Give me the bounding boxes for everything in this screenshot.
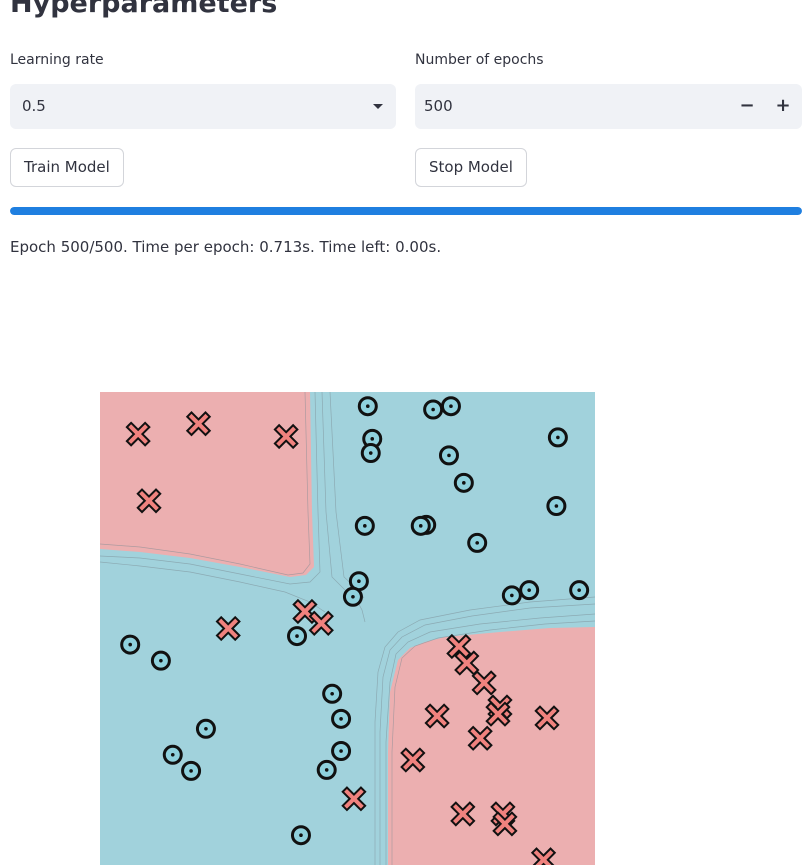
- o-marker: [410, 515, 431, 536]
- x-marker: [492, 811, 518, 837]
- learning-rate-value: 0.5: [22, 97, 46, 115]
- decrement-button[interactable]: −: [733, 92, 761, 120]
- o-marker: [162, 744, 183, 765]
- x-marker: [485, 701, 511, 727]
- o-marker: [331, 708, 352, 729]
- x-marker: [341, 786, 367, 812]
- o-marker: [322, 683, 343, 704]
- o-marker: [195, 718, 216, 739]
- epochs-number-input[interactable]: 500 − +: [415, 84, 802, 129]
- learning-rate-select[interactable]: 0.5: [10, 84, 396, 129]
- o-marker: [150, 650, 171, 671]
- o-marker: [316, 759, 337, 780]
- decision-boundary-chart: [100, 392, 595, 865]
- o-marker: [342, 586, 363, 607]
- o-marker: [290, 825, 311, 846]
- train-model-button[interactable]: Train Model: [10, 148, 124, 187]
- x-marker: [534, 705, 560, 731]
- o-marker: [120, 634, 141, 655]
- x-marker: [215, 615, 241, 642]
- x-marker: [185, 411, 212, 437]
- o-marker: [501, 585, 522, 606]
- x-marker: [454, 650, 480, 676]
- progress-fill: [10, 207, 802, 215]
- x-marker: [400, 747, 426, 773]
- o-marker: [357, 396, 378, 417]
- o-marker: [519, 580, 540, 601]
- o-marker: [331, 741, 352, 762]
- x-marker: [273, 423, 299, 450]
- o-marker: [453, 472, 474, 493]
- x-marker: [424, 703, 450, 729]
- o-marker: [181, 760, 202, 781]
- learning-rate-label: Learning rate: [10, 52, 104, 68]
- o-marker: [546, 495, 567, 516]
- x-marker: [125, 421, 151, 447]
- o-marker: [547, 427, 568, 448]
- stop-model-button[interactable]: Stop Model: [415, 148, 527, 187]
- training-status-text: Epoch 500/500. Time per epoch: 0.713s. T…: [10, 238, 442, 256]
- o-marker: [467, 532, 488, 553]
- page-title: Hyperparameters: [10, 0, 278, 19]
- o-marker: [569, 580, 590, 601]
- chevron-down-icon: [373, 104, 383, 109]
- o-marker: [438, 445, 459, 466]
- increment-button[interactable]: +: [769, 92, 797, 120]
- x-marker: [467, 725, 493, 751]
- o-marker: [360, 443, 381, 464]
- o-marker: [354, 515, 375, 536]
- o-marker: [440, 396, 461, 417]
- x-marker: [308, 610, 334, 636]
- decision-boundary-plot: [100, 392, 595, 865]
- o-marker: [287, 626, 308, 647]
- x-marker: [450, 801, 476, 827]
- progress-bar: [10, 207, 802, 215]
- x-marker: [471, 670, 497, 696]
- x-marker: [136, 488, 162, 514]
- epochs-label: Number of epochs: [415, 52, 544, 68]
- o-marker: [423, 399, 444, 420]
- x-marker: [530, 847, 557, 865]
- epochs-value[interactable]: 500: [424, 97, 453, 115]
